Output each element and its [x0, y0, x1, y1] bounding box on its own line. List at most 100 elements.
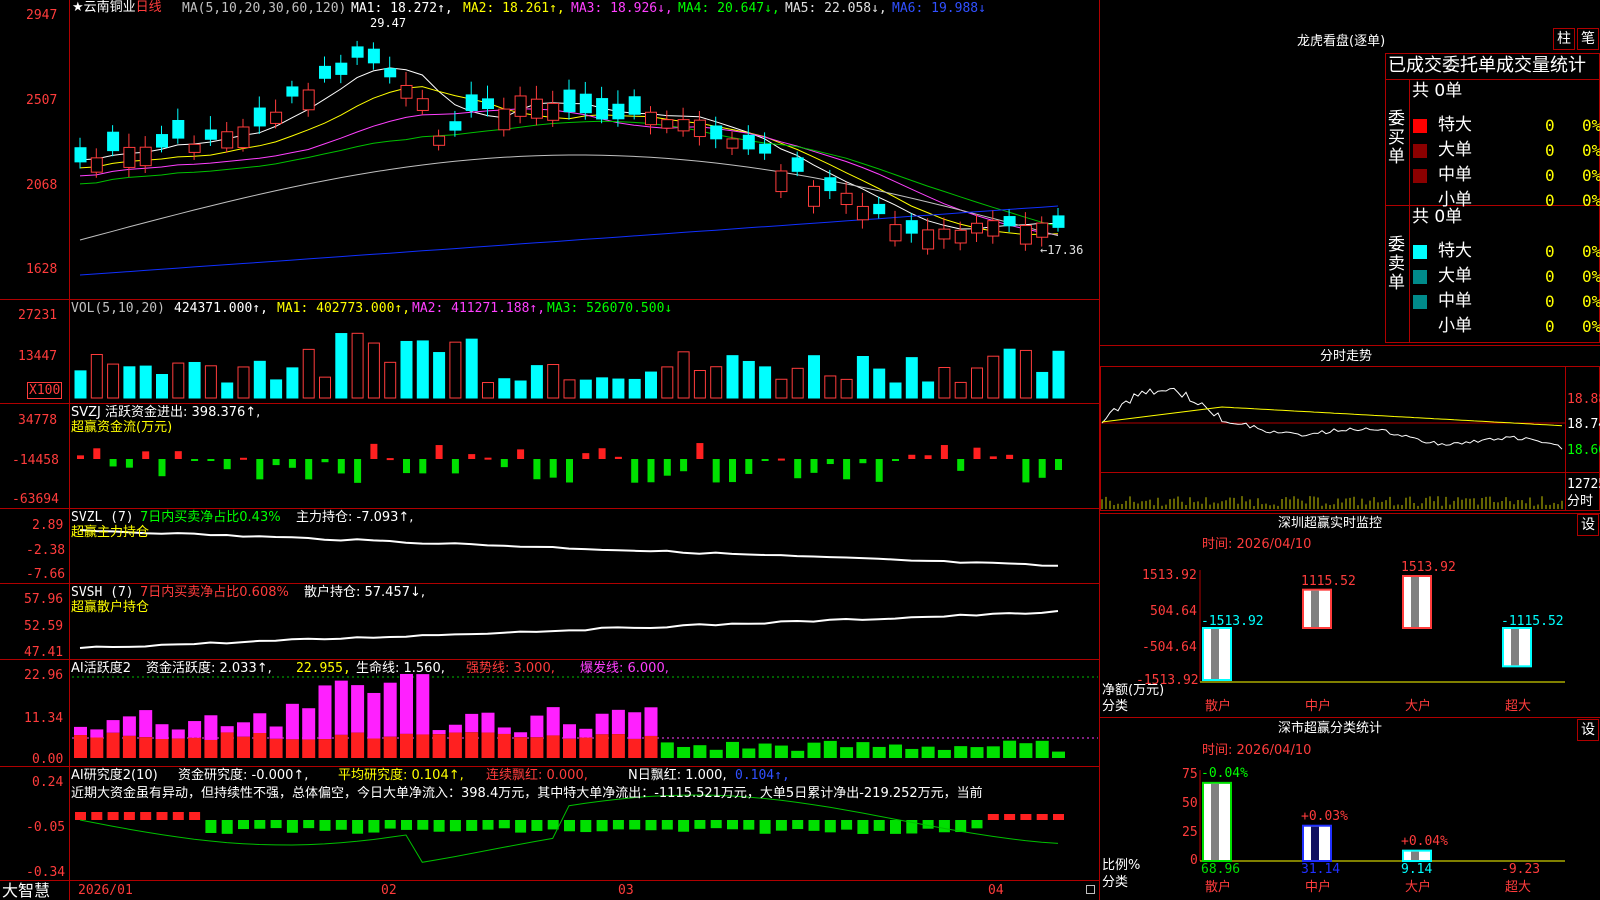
- svzj-bar: [549, 459, 557, 478]
- monitor-bar-shade: [1411, 577, 1419, 627]
- svzj-bar: [1006, 454, 1014, 459]
- research-bar: [580, 820, 592, 833]
- separator: [1409, 79, 1410, 343]
- volume-bar: [286, 367, 299, 399]
- lock-icon[interactable]: [1086, 885, 1095, 894]
- bar-mode-button[interactable]: 柱: [1553, 28, 1575, 50]
- y-tick: 47.41: [24, 645, 64, 660]
- separator: [0, 299, 1100, 300]
- y-tick: 27231: [18, 308, 58, 323]
- activity-bar: [954, 746, 968, 758]
- research-bar: [254, 820, 266, 829]
- svzj-bar: [272, 459, 280, 466]
- stock-name: 云南铜业: [83, 0, 136, 15]
- szstat-settings-button[interactable]: 设: [1577, 719, 1599, 741]
- activity-bar: [383, 736, 397, 758]
- brand-logo[interactable]: 大智慧: [2, 882, 50, 900]
- activity-bar: [171, 738, 185, 758]
- candle-body: [270, 111, 283, 124]
- period-label[interactable]: 日线: [136, 0, 162, 15]
- activity-bar: [856, 742, 870, 758]
- activity-bar: [563, 724, 576, 739]
- stat-bar-value: 68.96: [1201, 862, 1241, 877]
- monitor-bar: [1402, 575, 1432, 629]
- svzj-bar: [826, 459, 834, 465]
- activity-bar: [90, 729, 104, 738]
- research-bar: [401, 820, 412, 830]
- svzj-bar: [451, 459, 459, 474]
- volume-bar: [693, 369, 706, 399]
- y-tick: -2.38: [26, 543, 66, 558]
- szmon-settings-button[interactable]: 设: [1577, 514, 1599, 536]
- svsh-line: [79, 610, 1059, 649]
- svzj-bar: [1038, 459, 1046, 478]
- activity-bar: [823, 740, 837, 758]
- y-tick: 25: [1182, 825, 1198, 840]
- separator: [1100, 717, 1600, 718]
- main-chart-canvas[interactable]: [0, 0, 1100, 900]
- stat-bar-value: -9.23: [1501, 862, 1541, 877]
- candle-body: [530, 98, 543, 119]
- candle-body: [938, 228, 951, 240]
- research-bar: [612, 820, 624, 830]
- svzj-bar: [207, 459, 215, 461]
- svzj-bar: [419, 459, 427, 474]
- stat-category: 大户: [1405, 880, 1432, 895]
- svzj-bar: [761, 459, 769, 461]
- stat-bar-shade: [1211, 783, 1219, 860]
- research-bar: [629, 820, 641, 830]
- activity-bar: [693, 745, 707, 758]
- ai1-activity: 资金活跃度: 2.033↑,: [146, 661, 272, 676]
- lhb-row-name: 特大: [1438, 115, 1472, 135]
- volume-bar: [726, 355, 739, 399]
- volume-bar: [661, 366, 674, 399]
- volume-bar: [270, 379, 283, 399]
- tick-mode-button[interactable]: 笔: [1577, 28, 1599, 50]
- svzj-bar: [745, 459, 753, 474]
- volume-bar: [384, 361, 397, 399]
- candle-body: [628, 96, 641, 115]
- candle-body: [90, 157, 103, 173]
- y-tick: 13447: [18, 349, 58, 364]
- activity-bar: [416, 734, 430, 758]
- candle-body: [498, 108, 511, 131]
- activity-bar: [318, 739, 332, 758]
- volume-bar: [579, 379, 592, 399]
- candle-body: [677, 119, 690, 132]
- svzl-label: SVZL (7): [71, 510, 134, 525]
- fenshi-chart[interactable]: [1100, 366, 1600, 511]
- research-bar: [727, 820, 738, 830]
- y-tick: 0: [1190, 853, 1198, 868]
- candle-body: [123, 146, 136, 168]
- volume-bar: [563, 379, 576, 399]
- activity-bar: [106, 720, 120, 733]
- sell-total: 共 0单: [1412, 207, 1463, 227]
- svzj-bar: [973, 447, 981, 459]
- volume-bar: [808, 355, 820, 399]
- svzj-bar: [598, 448, 606, 459]
- svzj-bar: [908, 454, 916, 459]
- svzj-bar: [93, 448, 101, 459]
- candle-body: [742, 134, 755, 150]
- activity-bar: [563, 738, 576, 758]
- lhb-row-pct: 0%: [1582, 292, 1600, 311]
- svzj-bar: [957, 459, 965, 471]
- activity-bar: [188, 721, 202, 738]
- volume-bar: [759, 366, 772, 399]
- research-bar: [384, 820, 396, 829]
- monitor-category: 超大: [1505, 699, 1532, 714]
- volume-bar: [514, 380, 527, 399]
- legend-swatch: [1413, 144, 1427, 158]
- volume-bar: [824, 375, 837, 399]
- research-bar: [449, 820, 461, 832]
- vol-unit-badge[interactable]: X100: [27, 382, 63, 399]
- candle-body: [547, 102, 560, 121]
- volume-bar: [139, 365, 152, 399]
- y-tick: -63694: [12, 492, 59, 507]
- ai2-continuous-red: 连续飘红: 0.000,: [486, 768, 588, 783]
- candle-body: [433, 135, 446, 146]
- y-tick: 12725: [1567, 477, 1600, 492]
- volume-bar: [465, 338, 478, 399]
- svzj-bar: [777, 458, 785, 461]
- activity-bar: [595, 734, 609, 758]
